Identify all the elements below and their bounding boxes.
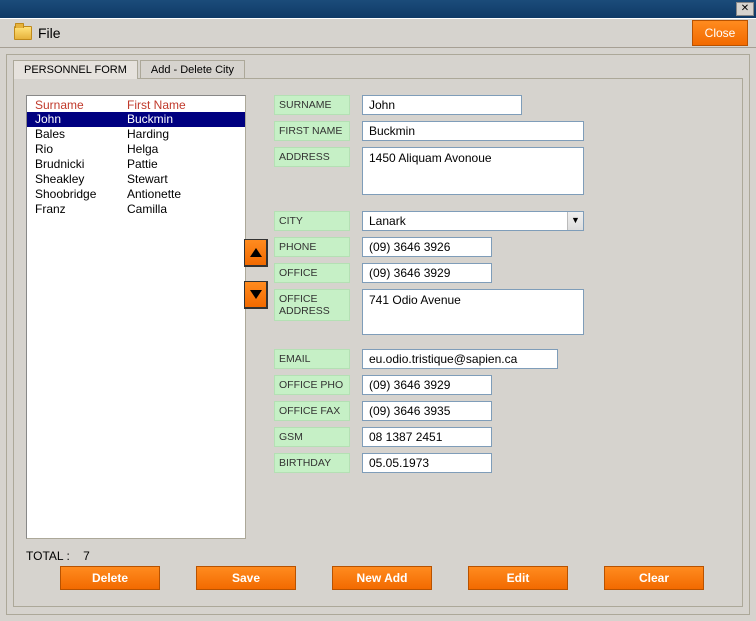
list-item[interactable]: JohnBuckmin [27,112,245,127]
triangle-down-icon [250,290,262,299]
titlebar: ✕ [0,0,756,18]
edit-button[interactable]: Edit [468,566,568,590]
window-close-button[interactable]: ✕ [736,2,754,16]
firstname-input[interactable] [362,121,584,141]
label-office-fax: OFFICE FAX [274,401,350,421]
list-surname: Shoobridge [35,187,127,202]
list-item[interactable]: RioHelga [27,142,245,157]
tabs: PERSONNEL FORM Add - Delete City [13,59,749,78]
label-phone: PHONE [274,237,350,257]
list-firstname: Pattie [127,157,158,172]
tab-body: Surname First Name JohnBuckminBalesHardi… [13,78,743,607]
label-city: CITY [274,211,350,231]
delete-button[interactable]: Delete [60,566,160,590]
list-surname: Franz [35,202,127,217]
office-phone-input[interactable] [362,375,492,395]
clear-button[interactable]: Clear [604,566,704,590]
list-surname: John [35,112,127,127]
city-value: Lanark [363,212,567,230]
tab-personnel-form[interactable]: PERSONNEL FORM [13,60,138,79]
new-add-button[interactable]: New Add [332,566,432,590]
personnel-listbox[interactable]: Surname First Name JohnBuckminBalesHardi… [26,95,246,539]
list-firstname: Harding [127,127,169,142]
panel: PERSONNEL FORM Add - Delete City Surname… [6,54,750,615]
chevron-down-icon[interactable]: ▼ [567,212,583,230]
total-value: 7 [83,549,90,563]
phone-input[interactable] [362,237,492,257]
button-row: Delete Save New Add Edit Clear [60,566,722,590]
list-header: Surname First Name [27,96,245,112]
gsm-input[interactable] [362,427,492,447]
file-menu-label: File [38,25,61,41]
triangle-up-icon [250,248,262,257]
form-area: SURNAME FIRST NAME ADDRESS 1450 Aliquam … [274,95,730,479]
email-input[interactable] [362,349,558,369]
header-firstname: First Name [127,98,186,112]
list-item[interactable]: SheakleyStewart [27,172,245,187]
list-item[interactable]: BrudnickiPattie [27,157,245,172]
label-office: OFFICE [274,263,350,283]
record-down-button[interactable] [244,281,268,309]
list-item[interactable]: FranzCamilla [27,202,245,217]
surname-input[interactable] [362,95,522,115]
birthday-input[interactable] [362,453,492,473]
label-address: ADDRESS [274,147,350,167]
close-button[interactable]: Close [692,20,748,46]
label-birthday: BIRTHDAY [274,453,350,473]
label-firstname: FIRST NAME [274,121,350,141]
list-firstname: Buckmin [127,112,173,127]
city-select[interactable]: Lanark ▼ [362,211,584,231]
list-item[interactable]: ShoobridgeAntionette [27,187,245,202]
address-input[interactable]: 1450 Aliquam Avonoue [362,147,584,195]
label-office-pho: OFFICE PHO [274,375,350,395]
list-surname: Brudnicki [35,157,127,172]
list-firstname: Camilla [127,202,167,217]
office-input[interactable] [362,263,492,283]
save-button[interactable]: Save [196,566,296,590]
list-item[interactable]: BalesHarding [27,127,245,142]
list-firstname: Stewart [127,172,168,187]
label-surname: SURNAME [274,95,350,115]
total-label: TOTAL : 7 [26,549,90,563]
workspace: PERSONNEL FORM Add - Delete City Surname… [0,48,756,621]
list-firstname: Helga [127,142,158,157]
office-fax-input[interactable] [362,401,492,421]
folder-icon [14,26,32,40]
record-up-button[interactable] [244,239,268,267]
label-office-address: OFFICE ADDRESS [274,289,350,321]
label-email: EMAIL [274,349,350,369]
tab-add-delete-city[interactable]: Add - Delete City [140,60,245,79]
header-surname: Surname [35,98,127,112]
file-menu[interactable]: File [14,25,61,41]
list-surname: Sheakley [35,172,127,187]
office-address-input[interactable]: 741 Odio Avenue [362,289,584,335]
toolbar: File Close [0,18,756,48]
list-surname: Bales [35,127,127,142]
list-firstname: Antionette [127,187,181,202]
list-surname: Rio [35,142,127,157]
label-gsm: GSM [274,427,350,447]
